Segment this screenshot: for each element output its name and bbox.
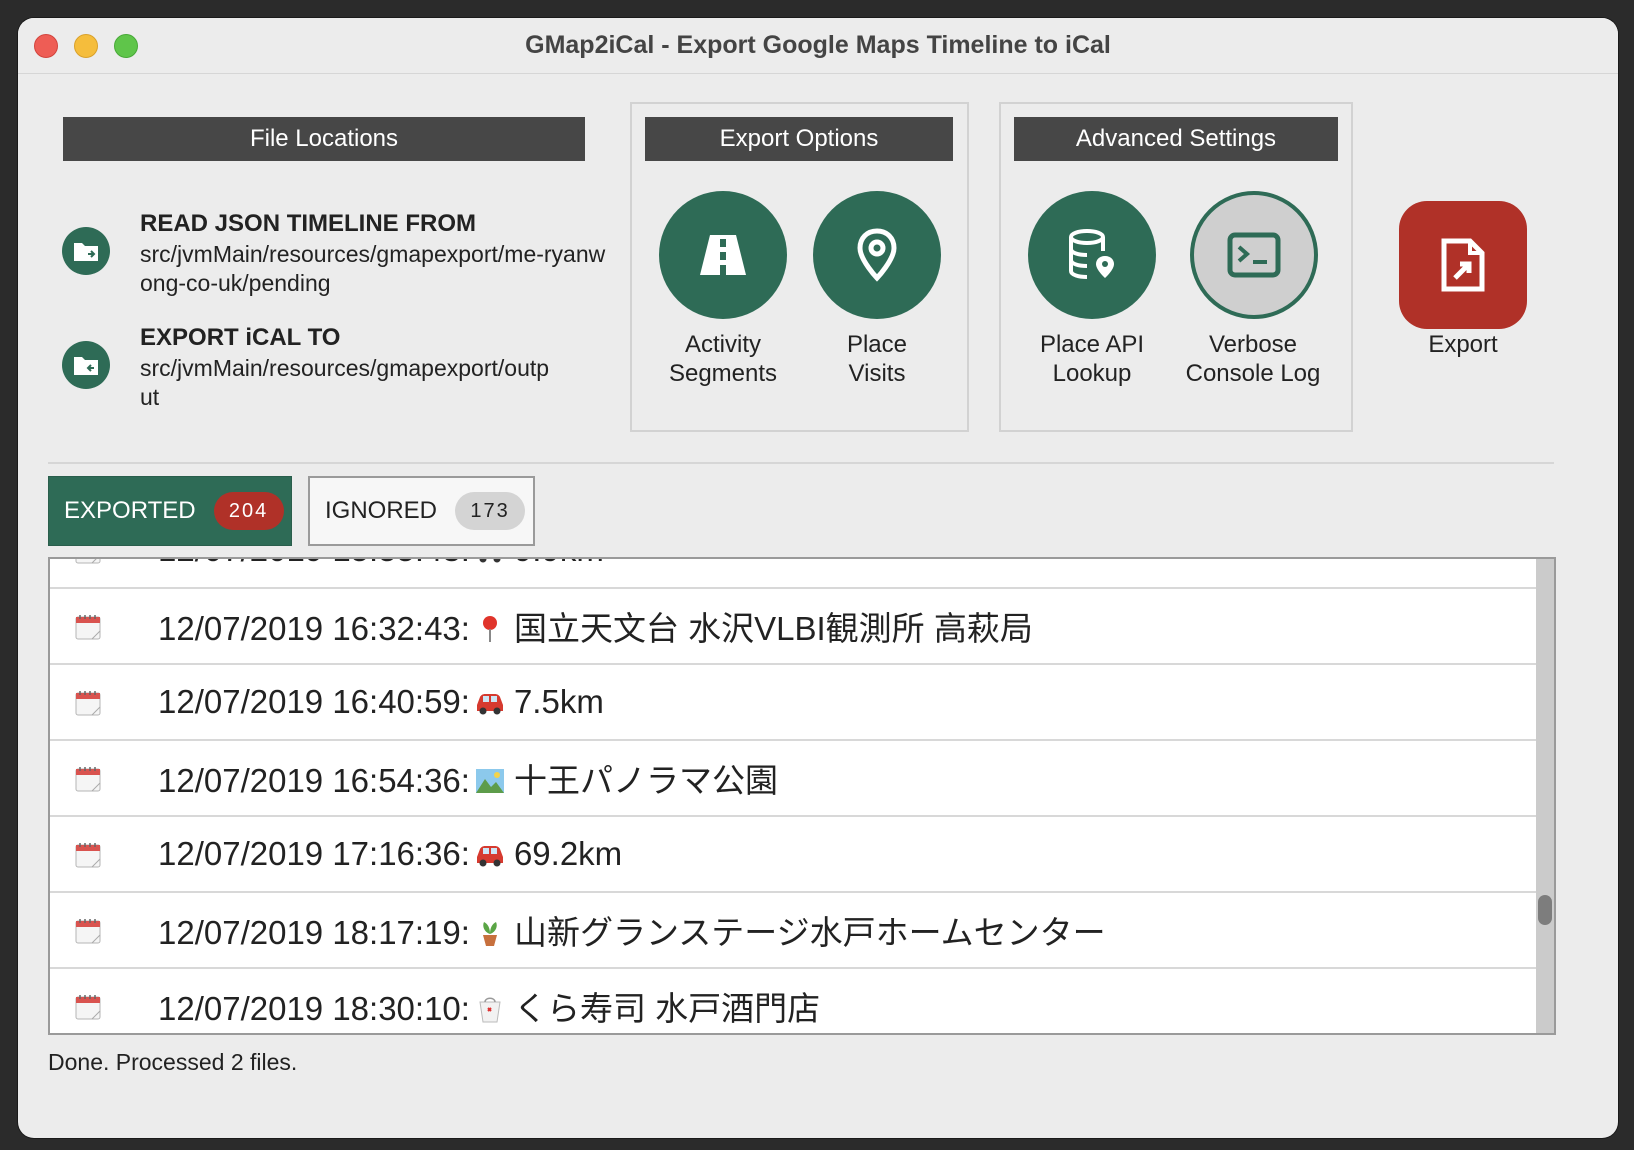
- place-visits-label: Place Visits: [846, 331, 908, 387]
- advanced-settings-header: Advanced Settings: [1014, 117, 1338, 161]
- section-divider: [48, 462, 1554, 464]
- terminal-icon: [1227, 232, 1281, 278]
- log-row-detail: 十王パノラマ公園: [513, 762, 778, 799]
- log-row-detail: 69.2km: [513, 835, 623, 872]
- log-row[interactable]: 12/07/2019 18:17:19: 山新グランステージ水戸ホームセンター: [50, 893, 1536, 969]
- log-row-text: 12/07/2019 18:17:19: 山新グランステージ水戸ホームセンター: [158, 906, 1106, 954]
- log-row-detail: 9.9km: [514, 559, 604, 568]
- log-row-timestamp: 12/07/2019 17:16:36:: [158, 835, 470, 872]
- verbose-console-log-label: Verbose Console Log: [1185, 331, 1321, 387]
- log-row-timestamp: 12/07/2019 18:30:10:: [158, 990, 470, 1027]
- plant-icon: [474, 918, 506, 948]
- log-row[interactable]: 12/07/2019 17:16:36: 69.2km: [50, 817, 1536, 893]
- pin-icon: [474, 614, 506, 644]
- takeout-box-icon: [474, 994, 506, 1024]
- car-icon: [474, 559, 506, 565]
- file-locations-header: File Locations: [63, 117, 585, 161]
- calendar-icon: [74, 993, 102, 1021]
- log-row-text: 12/07/2019 15:55:48: 9.9km: [158, 559, 604, 569]
- log-row-timestamp: 12/07/2019 18:17:19:: [158, 914, 470, 951]
- log-row-text: 12/07/2019 16:54:36: 十王パノラマ公園: [158, 754, 778, 802]
- activity-segments-label: Activity Segments: [668, 331, 778, 387]
- log-row[interactable]: 12/07/2019 16:40:59: 7.5km: [50, 665, 1536, 741]
- log-row[interactable]: 12/07/2019 16:32:43: 国立天文台 水沢VLBI観測所 高萩局: [50, 589, 1536, 665]
- calendar-icon: [74, 917, 102, 945]
- activity-segments-toggle[interactable]: [659, 191, 787, 319]
- log-list-content: 12/07/2019 15:55:48: 9.9km 12/07/2019 16:3…: [50, 559, 1536, 1033]
- verbose-console-log-toggle[interactable]: [1190, 191, 1318, 319]
- log-row-text: 12/07/2019 18:30:10: くら寿司 水戸酒門店: [158, 982, 820, 1030]
- map-pin-icon: [857, 228, 897, 282]
- calendar-icon: [74, 613, 102, 641]
- export-ical-label: EXPORT iCAL TO: [140, 324, 341, 351]
- status-text: Done. Processed 2 files.: [48, 1049, 298, 1075]
- landscape-icon: [474, 766, 506, 796]
- log-row-timestamp: 12/07/2019 15:55:48:: [158, 559, 470, 568]
- log-row[interactable]: 12/07/2019 18:30:10: くら寿司 水戸酒門店: [50, 969, 1536, 1033]
- car-icon: [474, 687, 506, 717]
- tab-ignored-label: IGNORED: [325, 497, 438, 524]
- folder-save-icon[interactable]: [62, 341, 110, 389]
- read-json-path[interactable]: src/jvmMain/resources/gmapexport/me-ryan…: [140, 240, 610, 298]
- place-api-lookup-toggle[interactable]: [1028, 191, 1156, 319]
- log-row-detail: 国立天文台 水沢VLBI観測所 高萩局: [513, 610, 1033, 647]
- export-label: Export: [1428, 331, 1498, 358]
- log-row-detail: くら寿司 水戸酒門店: [513, 990, 821, 1027]
- place-api-lookup-label: Place API Lookup: [1039, 331, 1145, 387]
- car-icon: [474, 839, 506, 869]
- place-visits-toggle[interactable]: [813, 191, 941, 319]
- log-row-text: 12/07/2019 17:16:36: 69.2km: [158, 835, 622, 873]
- window-title: GMap2iCal - Export Google Maps Timeline …: [525, 31, 1111, 59]
- tab-exported-label: EXPORTED: [64, 497, 196, 524]
- folder-open-icon[interactable]: [62, 227, 110, 275]
- calendar-icon: [74, 559, 102, 565]
- app-window: GMap2iCal - Export Google Maps Timeline …: [18, 18, 1618, 1138]
- export-button[interactable]: [1399, 201, 1527, 329]
- export-ical-path[interactable]: src/jvmMain/resources/gmapexport/output: [140, 354, 560, 412]
- vertical-scrollbar[interactable]: [1536, 559, 1554, 1033]
- log-row[interactable]: 12/07/2019 15:55:48: 9.9km: [50, 559, 1536, 589]
- log-row-text: 12/07/2019 16:32:43: 国立天文台 水沢VLBI観測所 高萩局: [158, 602, 1033, 650]
- log-row[interactable]: 12/07/2019 16:54:36: 十王パノラマ公園: [50, 741, 1536, 817]
- log-row-timestamp: 12/07/2019 16:32:43:: [158, 610, 470, 647]
- calendar-icon: [74, 765, 102, 793]
- database-pin-icon: [1069, 229, 1114, 279]
- exported-count-badge: 204: [213, 492, 284, 530]
- scroll-thumb[interactable]: [1538, 895, 1552, 925]
- ignored-count-badge: 173: [455, 492, 526, 530]
- log-row-detail: 山新グランステージ水戸ホームセンター: [513, 914, 1106, 951]
- road-icon: [700, 235, 746, 275]
- file-export-icon: [1441, 238, 1485, 292]
- log-list[interactable]: 12/07/2019 15:55:48: 9.9km 12/07/2019 16:3…: [48, 557, 1556, 1035]
- tab-exported[interactable]: EXPORTED 204: [48, 476, 292, 546]
- log-row-timestamp: 12/07/2019 16:54:36:: [158, 762, 470, 799]
- calendar-icon: [74, 841, 102, 869]
- log-row-detail: 7.5km: [513, 683, 604, 720]
- read-json-label: READ JSON TIMELINE FROM: [140, 210, 477, 237]
- title-bar: GMap2iCal - Export Google Maps Timeline …: [18, 18, 1618, 74]
- log-row-text: 12/07/2019 16:40:59: 7.5km: [158, 683, 604, 721]
- log-row-timestamp: 12/07/2019 16:40:59:: [158, 683, 470, 720]
- calendar-icon: [74, 689, 102, 717]
- export-options-header: Export Options: [645, 117, 953, 161]
- tab-ignored[interactable]: IGNORED 173: [308, 476, 535, 546]
